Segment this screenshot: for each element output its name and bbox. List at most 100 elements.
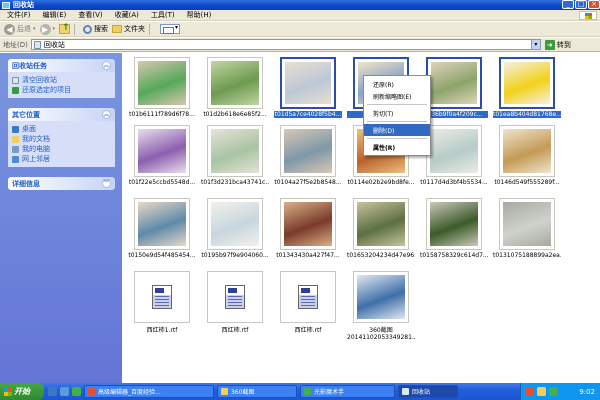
photo-preview	[284, 202, 332, 246]
file-thumbnail[interactable]	[499, 198, 555, 250]
file-item[interactable]: t0146d549f555289f...	[493, 125, 561, 186]
menu-favorites[interactable]: 收藏(A)	[115, 10, 139, 20]
back-button[interactable]: ◀ 后退 ▾	[4, 23, 36, 35]
menu-tools[interactable]: 工具(T)	[151, 10, 175, 20]
menu-refresh-thumbnails[interactable]: 刷新缩略图(E)	[364, 90, 430, 102]
photo-preview	[503, 202, 551, 246]
menu-bar: 文件(F) 编辑(E) 查看(V) 收藏(A) 工具(T) 帮助(H)	[0, 10, 600, 21]
file-item[interactable]: t01f3d231bca43741c...	[201, 125, 269, 186]
file-item[interactable]: t01343430a427f47...	[274, 198, 342, 259]
file-name: t0131075188899a2ea...	[493, 252, 561, 259]
tray-app-icon[interactable]	[525, 387, 534, 396]
file-thumbnail[interactable]	[207, 125, 263, 177]
dropdown-icon: ▾	[33, 26, 36, 32]
tray-app-icon[interactable]	[549, 387, 558, 396]
panel-title: 其它位置	[12, 110, 40, 119]
file-item[interactable]: t01ea8b404d81768e...	[493, 57, 561, 118]
file-thumbnail[interactable]	[499, 57, 555, 109]
address-dropdown-button[interactable]: ▾	[530, 40, 540, 49]
go-label: 转到	[556, 40, 571, 49]
file-thumbnail[interactable]	[207, 198, 263, 250]
start-button[interactable]: 开始	[0, 383, 44, 400]
chevron-up-icon[interactable]: ︽	[102, 110, 111, 119]
menu-help[interactable]: 帮助(H)	[187, 10, 212, 20]
windows-flag-icon	[4, 387, 12, 396]
file-thumbnail[interactable]	[426, 125, 482, 177]
file-item[interactable]: t01653204234d47e96...	[347, 198, 415, 259]
file-thumbnail[interactable]	[280, 271, 336, 323]
file-item[interactable]: 西红柿1.rtf	[128, 271, 196, 334]
file-item[interactable]: t01d5a7ce4028f5b4...	[274, 57, 342, 118]
place-my-computer[interactable]: 我的电脑	[12, 144, 111, 154]
restore-selected-link[interactable]: 还原选定的项目	[12, 85, 111, 95]
ie-icon[interactable]	[48, 387, 57, 396]
taskbar-button[interactable]: 回收站	[398, 385, 458, 398]
file-thumbnail[interactable]	[134, 125, 190, 177]
menu-cut[interactable]: 剪切(T)	[364, 107, 430, 119]
file-item[interactable]: t01d2b618e6e85f2...	[201, 57, 269, 118]
panel-header[interactable]: 详细信息 ︾	[8, 177, 115, 190]
place-my-documents[interactable]: 我的文档	[12, 134, 111, 144]
maximize-button[interactable]: □	[575, 0, 587, 9]
window-controls: _ □ ×	[562, 0, 600, 9]
browser-icon[interactable]	[72, 387, 81, 396]
file-item[interactable]: t01f22e5ccbd5548d...	[128, 125, 196, 186]
close-button[interactable]: ×	[588, 0, 600, 9]
file-thumbnail[interactable]	[207, 271, 263, 323]
menu-view[interactable]: 查看(V)	[78, 10, 102, 20]
panel-header[interactable]: 其它位置 ︽	[8, 108, 115, 121]
go-button[interactable]: ➜ 转到	[544, 39, 571, 50]
search-label: 搜索	[94, 25, 109, 33]
chevron-down-icon[interactable]: ︾	[102, 179, 111, 188]
file-thumbnail[interactable]	[426, 57, 482, 109]
file-item[interactable]: t0195b97f9e904060...	[201, 198, 269, 259]
taskbar-button[interactable]: 高级编辑器_百度经验...	[84, 385, 214, 398]
minimize-button[interactable]: _	[562, 0, 574, 9]
file-item[interactable]: t0131075188899a2ea...	[493, 198, 561, 259]
address-input[interactable]: 回收站 ▾	[30, 39, 541, 50]
taskbar-button[interactable]: 360截图	[217, 385, 297, 398]
task-label: 还原选定的项目	[22, 86, 71, 94]
file-thumbnail[interactable]	[134, 271, 190, 323]
folders-button[interactable]: 文件夹	[112, 24, 145, 34]
menu-edit[interactable]: 编辑(E)	[43, 10, 67, 20]
file-item[interactable]: 西红柿.rtf	[201, 271, 269, 334]
file-thumbnail[interactable]	[280, 57, 336, 109]
file-thumbnail[interactable]	[353, 271, 409, 323]
file-item[interactable]: 西红柿.rtf	[274, 271, 342, 334]
address-value: 回收站	[43, 40, 65, 49]
place-desktop[interactable]: 桌面	[12, 124, 111, 134]
chevron-up-icon[interactable]: ︽	[102, 61, 111, 70]
file-thumbnail[interactable]	[280, 198, 336, 250]
file-thumbnail[interactable]	[353, 198, 409, 250]
file-item[interactable]: 360截图 20141102053349281...	[347, 271, 415, 341]
file-item[interactable]: t01b6111f789d6f78...	[128, 57, 196, 118]
empty-recycle-bin-link[interactable]: 清空回收站	[12, 75, 111, 85]
file-item[interactable]: t0150e9d54f485454...	[128, 198, 196, 259]
place-label: 桌面	[22, 125, 36, 133]
screenshot-preview	[357, 275, 405, 319]
file-item[interactable]: t0158758329c614d7...	[420, 198, 488, 259]
file-thumbnail[interactable]	[134, 198, 190, 250]
up-folder-button[interactable]	[59, 23, 71, 34]
place-network[interactable]: 网上邻居	[12, 154, 111, 164]
rtf-document-icon	[284, 275, 332, 319]
menu-delete[interactable]: 删除(D)	[364, 124, 430, 136]
taskbar-button[interactable]: 光影魔术手	[300, 385, 395, 398]
show-desktop-icon[interactable]	[60, 387, 69, 396]
forward-button[interactable]: ▶ ▾	[39, 23, 55, 35]
file-thumbnail[interactable]	[280, 125, 336, 177]
file-thumbnail[interactable]	[499, 125, 555, 177]
toolbar-separator	[74, 23, 76, 35]
menu-file[interactable]: 文件(F)	[7, 10, 31, 20]
file-item[interactable]: t0104a27f5e2b8548...	[274, 125, 342, 186]
file-thumbnail[interactable]	[426, 198, 482, 250]
search-button[interactable]: 搜索	[83, 24, 108, 34]
views-button[interactable]	[160, 24, 181, 34]
file-thumbnail[interactable]	[134, 57, 190, 109]
menu-properties[interactable]: 属性(R)	[364, 141, 430, 153]
tray-app-icon[interactable]	[537, 387, 546, 396]
menu-restore[interactable]: 还原(R)	[364, 78, 430, 90]
panel-header[interactable]: 回收站任务 ︽	[8, 59, 115, 72]
file-thumbnail[interactable]	[207, 57, 263, 109]
